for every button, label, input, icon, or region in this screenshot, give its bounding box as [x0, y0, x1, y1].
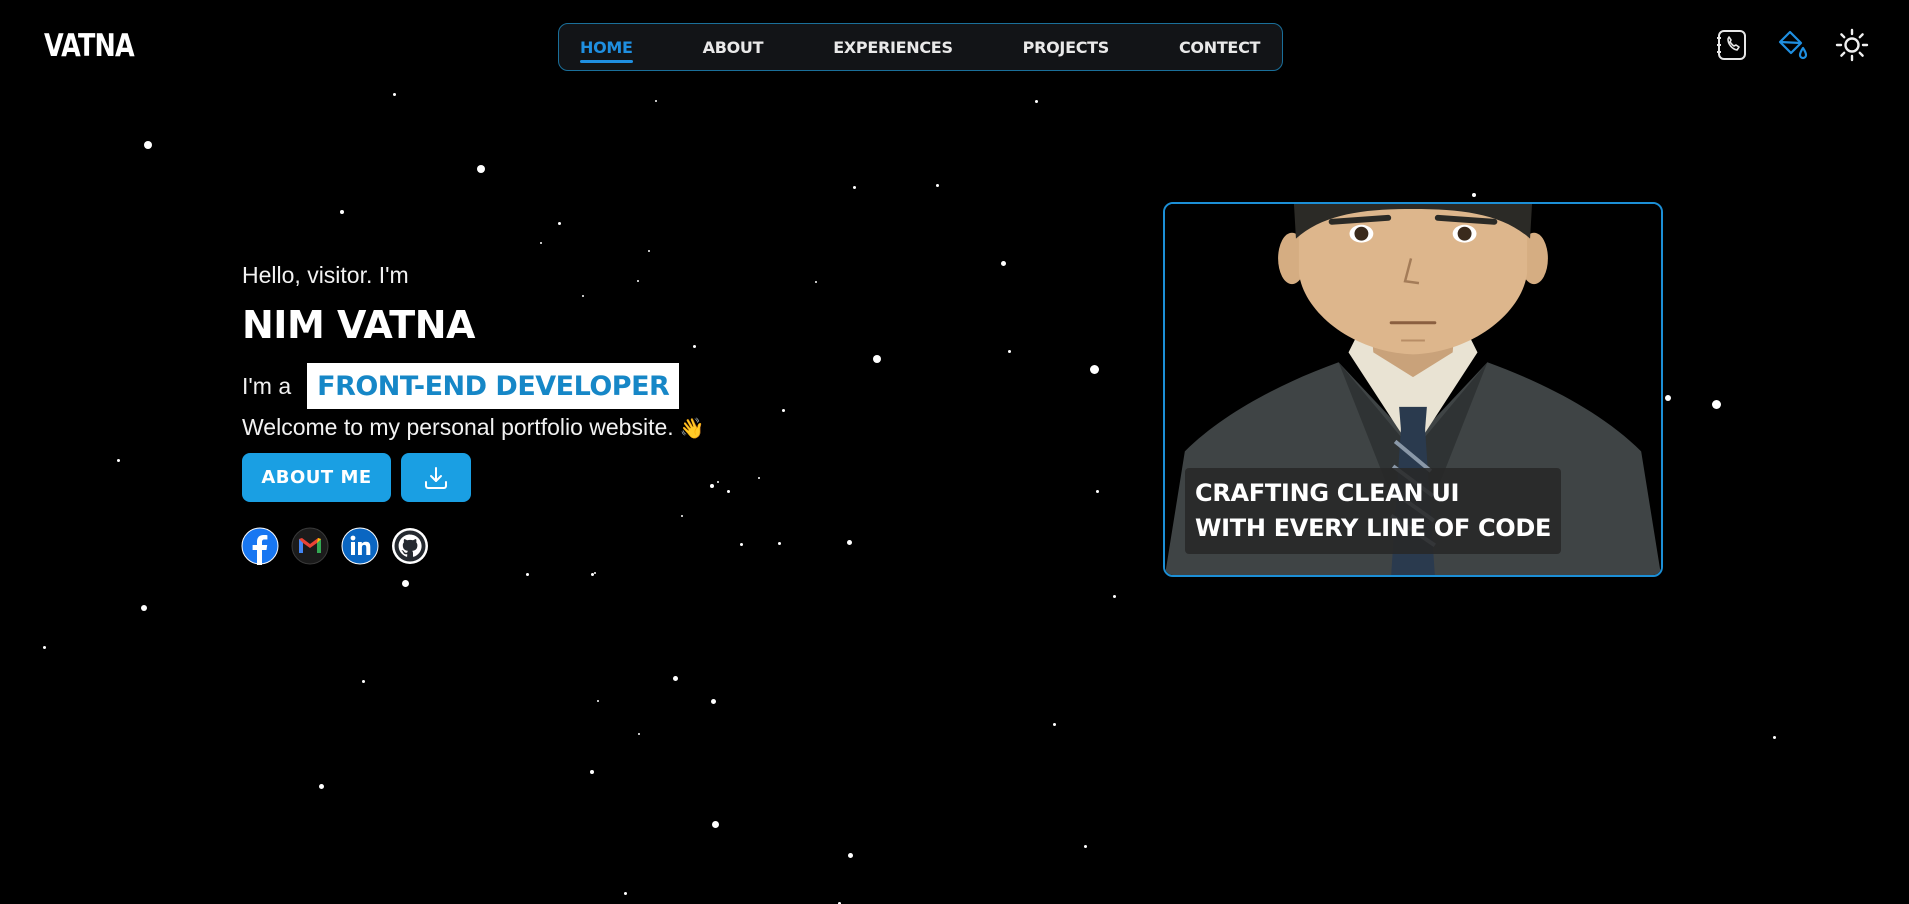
portrait-card: CRAFTING CLEAN UI WITH EVERY LINE OF COD…	[1163, 202, 1663, 577]
download-icon	[425, 466, 447, 489]
caption-line-2: WITH EVERY LINE OF CODE	[1195, 514, 1552, 542]
caption-line-1: CRAFTING CLEAN UI	[1195, 479, 1460, 507]
nav-item-projects[interactable]: PROJECTS	[1023, 38, 1110, 57]
about-me-button[interactable]: ABOUT ME	[242, 453, 391, 502]
star-dot	[778, 542, 781, 545]
star-dot	[141, 605, 147, 611]
download-cv-button[interactable]	[401, 453, 471, 502]
greeting-text: Hello, visitor. I'm	[242, 262, 409, 288]
linkedin-icon[interactable]	[341, 527, 379, 565]
star-dot	[594, 572, 596, 574]
star-dot	[1096, 490, 1099, 493]
star-dot	[717, 481, 719, 483]
star-dot	[655, 100, 657, 102]
star-dot	[144, 141, 152, 149]
role-row: I'm a FRONT-END DEVELOPER	[242, 363, 680, 409]
star-dot	[340, 210, 344, 214]
star-dot	[1084, 845, 1087, 848]
star-dot	[1090, 365, 1099, 374]
main-nav: HOME ABOUT EXPERIENCES PROJECTS CONTECT	[558, 23, 1283, 71]
star-dot	[1008, 350, 1011, 353]
paint-bucket-icon[interactable]	[1774, 28, 1808, 62]
star-dot	[117, 459, 120, 462]
star-dot	[1773, 736, 1776, 739]
facebook-icon[interactable]	[241, 527, 279, 565]
star-dot	[540, 242, 542, 244]
star-dot	[711, 699, 716, 704]
star-dot	[848, 853, 853, 858]
welcome-message: Welcome to my personal portfolio website…	[242, 414, 674, 440]
nav-item-experiences[interactable]: EXPERIENCES	[833, 38, 953, 57]
star-dot	[393, 93, 396, 96]
wave-emoji: 👋	[679, 418, 705, 440]
star-dot	[648, 250, 650, 252]
social-links	[241, 527, 429, 565]
hero-name: NIM VATNA	[242, 303, 475, 347]
star-dot	[402, 580, 409, 587]
star-dot	[1665, 395, 1671, 401]
nav-item-contect[interactable]: CONTECT	[1179, 38, 1260, 57]
role-highlight: FRONT-END DEVELOPER	[307, 363, 680, 409]
star-dot	[673, 676, 678, 681]
star-dot	[693, 345, 696, 348]
star-dot	[319, 784, 324, 789]
sun-icon[interactable]	[1835, 28, 1869, 62]
star-dot	[43, 646, 46, 649]
star-dot	[624, 892, 627, 895]
star-dot	[597, 700, 599, 702]
star-dot	[873, 355, 881, 363]
star-dot	[591, 573, 594, 576]
star-dot	[638, 733, 640, 735]
site-logo[interactable]: VATNA	[44, 28, 135, 64]
star-dot	[740, 543, 743, 546]
star-dot	[1035, 100, 1038, 103]
role-text: FRONT-END DEVELOPER	[317, 370, 670, 402]
star-dot	[710, 484, 714, 488]
star-dot	[1001, 261, 1006, 266]
star-dot	[815, 281, 817, 283]
star-dot	[853, 186, 856, 189]
nav-item-home[interactable]: HOME	[580, 38, 633, 63]
card-caption: CRAFTING CLEAN UI WITH EVERY LINE OF COD…	[1185, 468, 1562, 554]
star-dot	[582, 295, 584, 297]
welcome-text: Welcome to my personal portfolio website…	[242, 414, 705, 441]
star-dot	[727, 490, 730, 493]
star-dot	[1053, 723, 1056, 726]
star-dot	[477, 165, 485, 173]
star-dot	[758, 477, 760, 479]
star-dot	[936, 184, 939, 187]
gmail-icon[interactable]	[291, 527, 329, 565]
star-dot	[712, 821, 719, 828]
nav-item-about[interactable]: ABOUT	[703, 38, 764, 57]
star-dot	[847, 540, 852, 545]
star-dot	[1472, 193, 1476, 197]
star-dot	[637, 280, 639, 282]
star-dot	[590, 770, 594, 774]
role-prefix: I'm a	[242, 372, 292, 399]
star-dot	[681, 515, 683, 517]
star-dot	[362, 680, 365, 683]
star-dot	[1712, 400, 1721, 409]
github-icon[interactable]	[391, 527, 429, 565]
star-dot	[782, 409, 785, 412]
star-dot	[1113, 595, 1116, 598]
phone-icon[interactable]	[1715, 28, 1749, 62]
star-dot	[526, 573, 529, 576]
star-dot	[558, 222, 561, 225]
